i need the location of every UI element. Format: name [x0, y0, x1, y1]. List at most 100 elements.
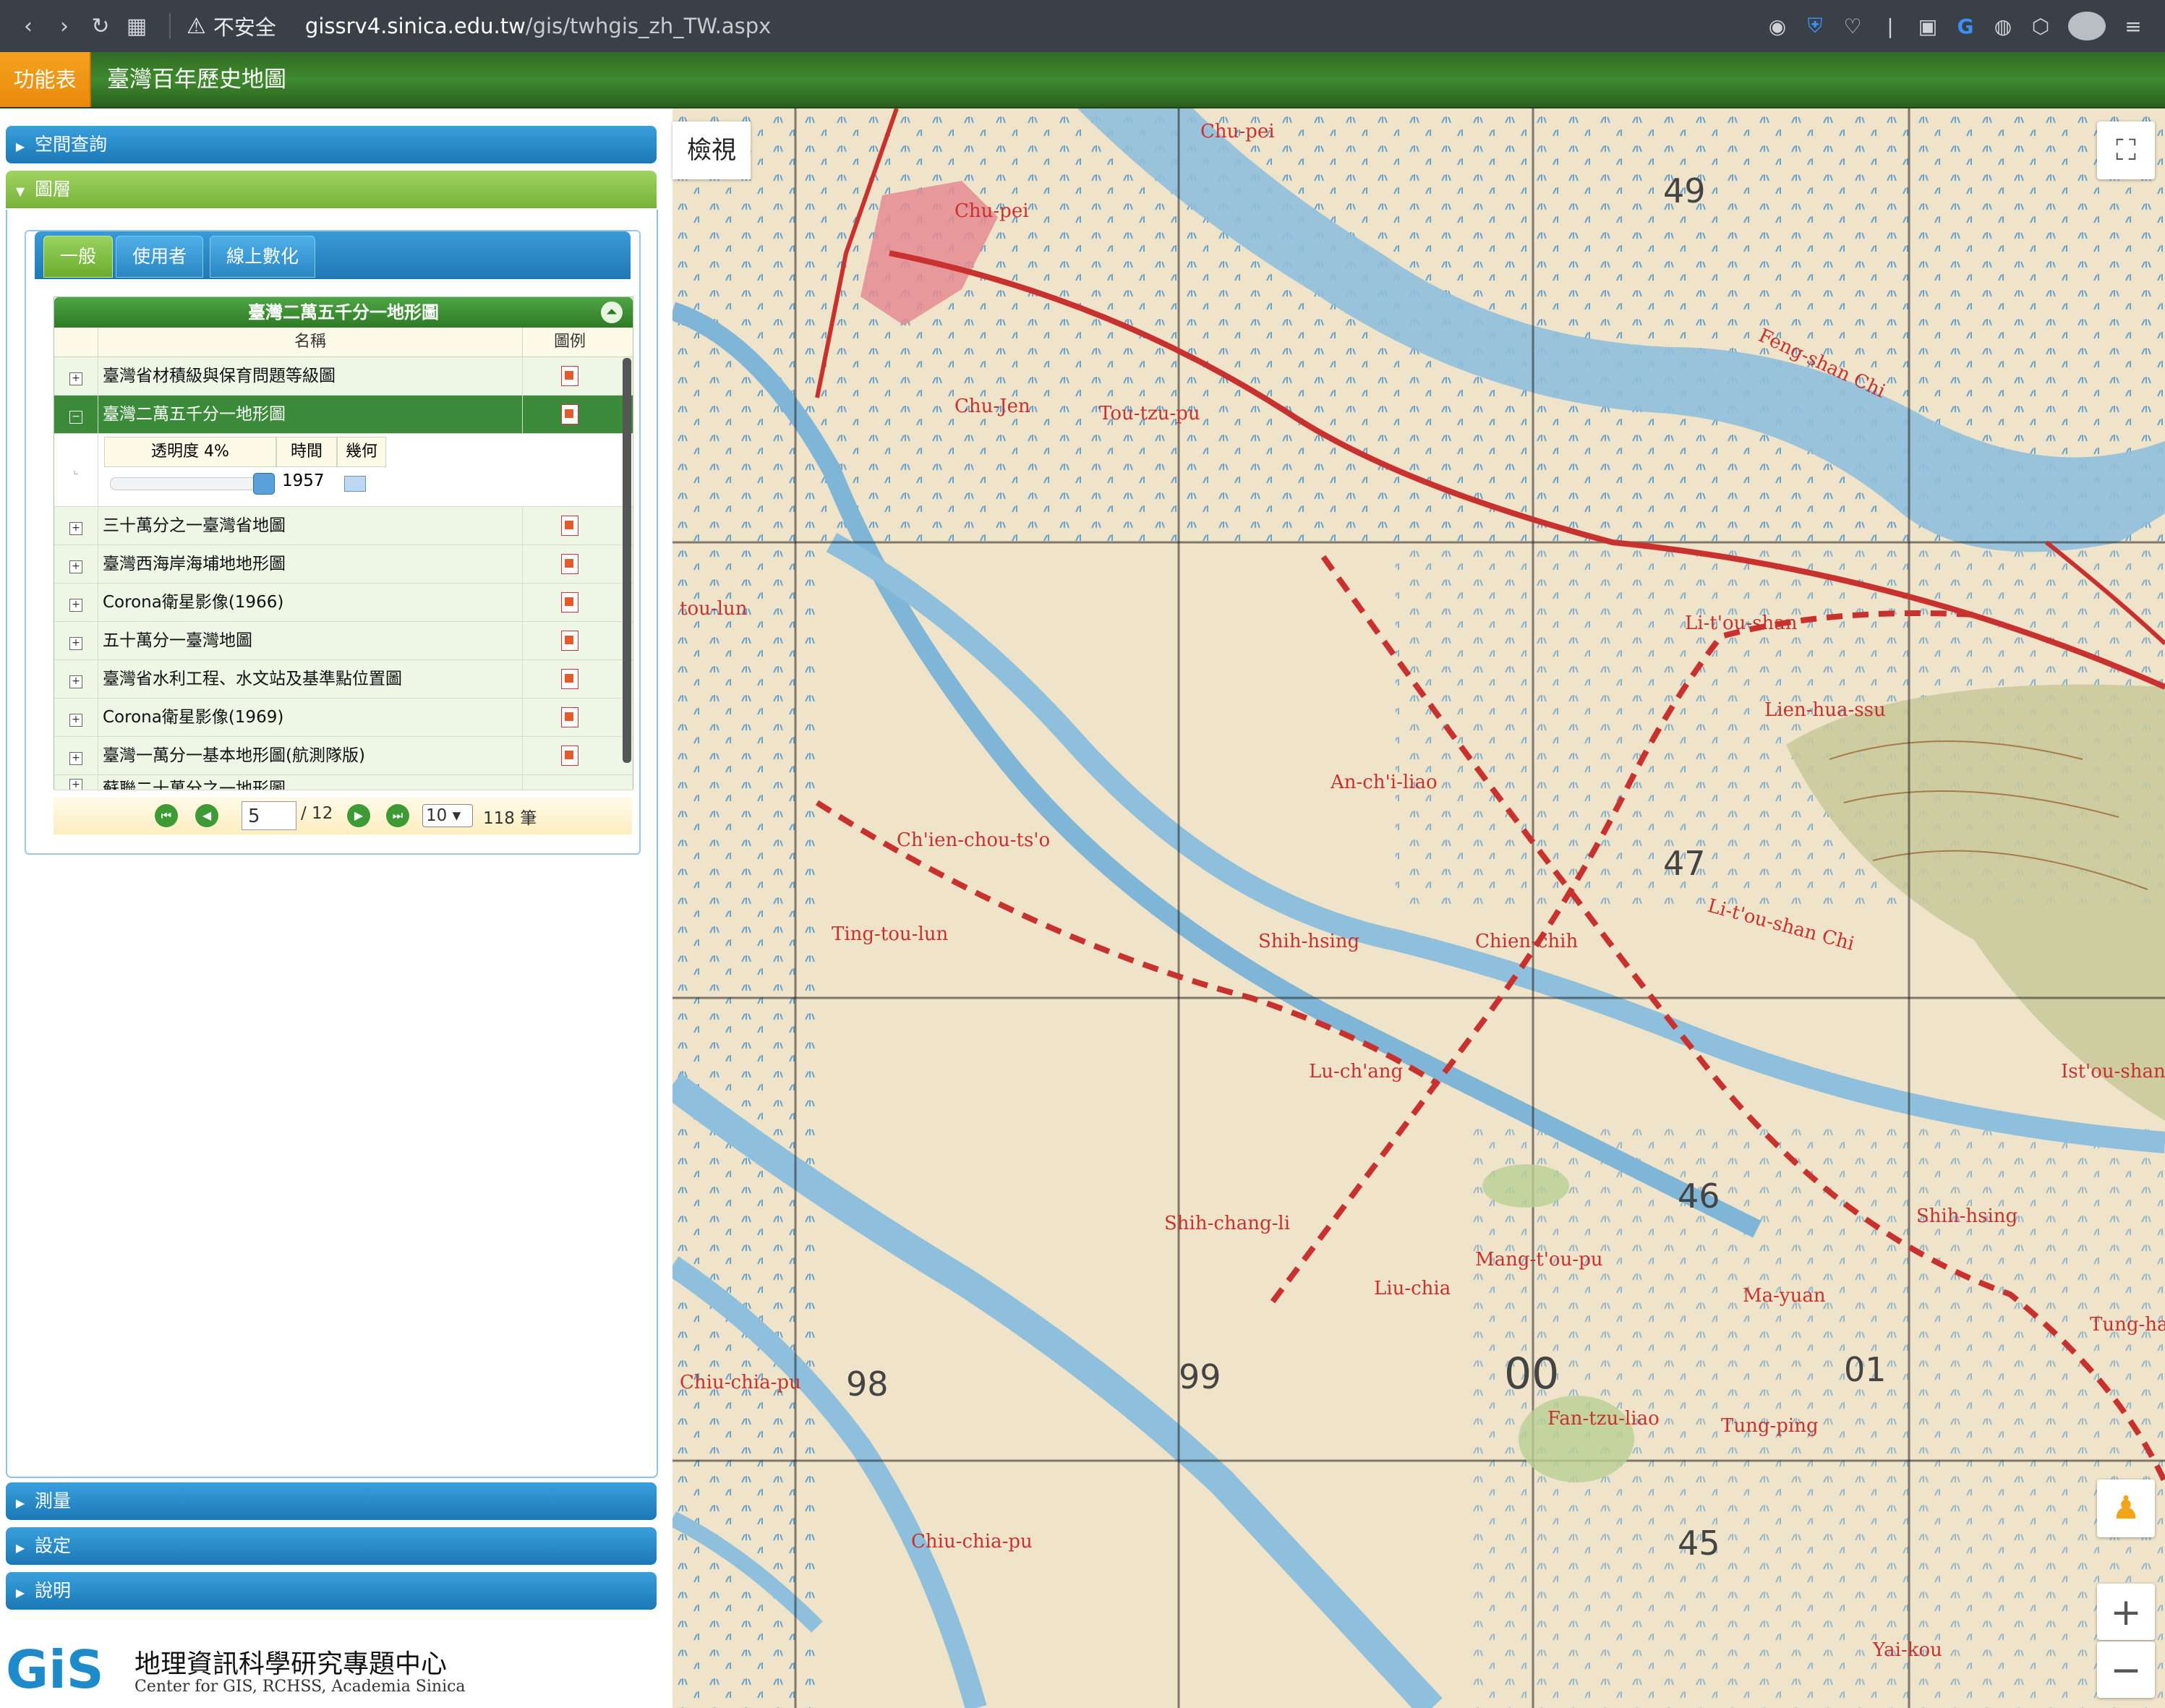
legend-icon[interactable]	[561, 707, 578, 727]
tab-online-digitize[interactable]: 線上數化	[210, 236, 316, 278]
reload-icon[interactable]: ↻	[82, 14, 119, 39]
page-input[interactable]: 5	[242, 801, 296, 830]
expand-icon[interactable]: +	[69, 752, 82, 765]
back-icon[interactable]: ‹	[10, 14, 46, 39]
layer-name: 臺灣省材積級與保育問題等級圖	[98, 357, 523, 395]
table-row[interactable]: + 五十萬分一臺灣地圖	[54, 622, 633, 660]
warning-icon[interactable]: ⚠	[187, 14, 206, 39]
map-label: Chiu-chia-pu	[680, 1372, 801, 1393]
gis-logo: GiS	[6, 1639, 104, 1700]
table-row[interactable]: + 臺灣省材積級與保育問題等級圖	[54, 357, 633, 396]
triangle-right-icon: ▶	[15, 1586, 25, 1600]
tab-user[interactable]: 使用者	[116, 236, 204, 278]
table-row[interactable]: + 臺灣省水利工程、水文站及基準點位置圖	[54, 660, 633, 699]
table-row-selected[interactable]: − 臺灣二萬五千分一地形圖	[54, 396, 633, 434]
legend-icon[interactable]	[561, 631, 578, 651]
avatar[interactable]	[2068, 12, 2106, 40]
expand-icon[interactable]: +	[69, 675, 82, 688]
fullscreen-icon[interactable]: ⛶	[2097, 121, 2155, 179]
forward-icon[interactable]: ›	[46, 14, 82, 39]
expand-icon[interactable]: +	[69, 372, 82, 385]
table-row[interactable]: + 三十萬分之一臺灣省地圖	[54, 507, 633, 545]
zoom-in-button[interactable]: +	[2097, 1584, 2155, 1640]
geometry-label: 幾何	[337, 437, 386, 467]
prev-page-icon[interactable]: ◀	[195, 804, 218, 827]
geometry-icon[interactable]	[344, 476, 366, 492]
insecure-label[interactable]: 不安全	[213, 11, 276, 41]
map-label: Ist'ou-shan	[2061, 1061, 2165, 1083]
expand-icon[interactable]: +	[69, 522, 82, 535]
app-header: 功能表 臺灣百年歷史地圖	[0, 52, 2165, 108]
translate-icon[interactable]: G	[1947, 14, 1984, 38]
legend-icon[interactable]	[561, 516, 578, 536]
logo-area: GiS 地理資訊科學研究專題中心 Center for GIS, RCHSS, …	[0, 1627, 483, 1708]
table-row[interactable]: + 臺灣西海岸海埔地地形圖	[54, 545, 633, 584]
page-size-select[interactable]: 10 ▾	[422, 804, 473, 827]
layer-name: 五十萬分一臺灣地圖	[98, 622, 523, 659]
layer-grid: 臺灣二萬五千分一地形圖 ⏶ 名稱 圖例 + 臺灣省材積級與保育問題等級圖 − 臺…	[54, 296, 633, 790]
grid-number: 49	[1663, 171, 1706, 210]
first-page-icon[interactable]: ⏮	[155, 804, 178, 827]
legend-icon[interactable]	[561, 592, 578, 612]
last-page-icon[interactable]: ⏭	[386, 804, 409, 827]
opacity-slider-handle[interactable]	[253, 473, 275, 495]
menu-button[interactable]: 功能表	[0, 52, 91, 107]
opacity-slider[interactable]	[110, 477, 263, 490]
side-panel: ▶ 空間查詢 ▼ 圖層 一般 使用者 線上數化 臺灣二萬五千分一地形圖 ⏶ 名稱 圖…	[0, 108, 672, 1620]
browser-toolbar: ‹ › ↻ ▦ ⚠ 不安全 gissrv4.sinica.edu.tw/gis/…	[0, 0, 2165, 52]
map-canvas[interactable]: Chu-pei Chu-pei Chu-Jen Tou-tzu-pu Feng-…	[672, 108, 2165, 1708]
collapse-row-icon[interactable]: −	[69, 411, 82, 424]
street-view-pegman-icon[interactable]: ♟	[2097, 1479, 2155, 1537]
grid-number: 99	[1179, 1357, 1221, 1396]
legend-icon[interactable]	[561, 669, 578, 689]
cube-icon[interactable]: ⬡	[2022, 14, 2059, 38]
time-label: 時間	[276, 437, 337, 467]
layers-panel: 一般 使用者 線上數化 臺灣二萬五千分一地形圖 ⏶ 名稱 圖例 + 臺灣省材積級…	[6, 210, 658, 1478]
total-records: 118 筆	[483, 809, 537, 828]
accordion-measure[interactable]: ▶ 測量	[6, 1482, 657, 1520]
shield-icon[interactable]: ⛨	[1796, 14, 1834, 38]
table-row[interactable]: + Corona衛星影像(1969)	[54, 699, 633, 737]
accordion-settings[interactable]: ▶ 設定	[6, 1527, 657, 1565]
grid-scrollbar[interactable]	[623, 358, 631, 763]
expand-icon[interactable]: +	[69, 714, 82, 727]
wallet-icon[interactable]: ▣	[1909, 14, 1947, 38]
table-row[interactable]: + 蘇聯二十萬分之一地形圖	[54, 775, 633, 790]
heart-icon[interactable]: ♡	[1834, 14, 1871, 38]
legend-icon[interactable]	[561, 746, 578, 766]
legend-icon[interactable]	[561, 366, 578, 386]
grid-number: 98	[846, 1365, 889, 1404]
table-row[interactable]: + Corona衛星影像(1966)	[54, 584, 633, 622]
collapse-icon[interactable]: ⏶	[601, 302, 623, 323]
triangle-right-icon: ▶	[15, 1496, 25, 1510]
toolbar-separator	[169, 13, 171, 39]
expand-icon[interactable]: +	[69, 637, 82, 650]
legend-icon[interactable]	[561, 404, 578, 424]
address-bar[interactable]: gissrv4.sinica.edu.tw/gis/twhgis_zh_TW.a…	[305, 14, 771, 38]
map-label: An-ch'i-liao	[1330, 772, 1438, 793]
legend-icon[interactable]	[561, 554, 578, 574]
next-page-icon[interactable]: ▶	[347, 804, 370, 827]
map-label: Tou-tzu-pu	[1099, 403, 1200, 424]
tabs-grid-icon[interactable]: ▦	[119, 14, 155, 39]
map-label: Li-t'ou-shan	[1685, 612, 1798, 634]
globe-icon[interactable]: ◍	[1984, 14, 2022, 38]
expand-icon[interactable]: +	[69, 599, 82, 612]
grid-column-header: 名稱 圖例	[54, 328, 633, 357]
table-row[interactable]: + 臺灣一萬分一基本地形圖(航測隊版)	[54, 737, 633, 775]
accordion-spatial-query[interactable]: ▶ 空間查詢	[6, 126, 657, 163]
expand-icon[interactable]: +	[69, 560, 82, 573]
url-host: gissrv4.sinica.edu.tw	[304, 14, 526, 38]
accordion-layers[interactable]: ▼ 圖層	[6, 171, 657, 208]
view-button[interactable]: 檢視	[672, 121, 751, 179]
expand-icon[interactable]: +	[69, 779, 82, 790]
map-label: Chien-chih	[1475, 931, 1578, 952]
zoom-out-button[interactable]: −	[2097, 1641, 2155, 1698]
camera-icon[interactable]: ◉	[1759, 14, 1796, 38]
accordion-help[interactable]: ▶ 說明	[6, 1572, 657, 1610]
map-label: tou-lun	[680, 598, 748, 620]
logo-name-zh: 地理資訊科學研究專題中心	[134, 1649, 448, 1679]
pager: ⏮ ◀ 5 / 12 ▶ ⏭ 10 ▾ 118 筆	[54, 797, 632, 834]
tab-general[interactable]: 一般	[43, 236, 114, 278]
menu-icon[interactable]: ≡	[2114, 14, 2152, 38]
